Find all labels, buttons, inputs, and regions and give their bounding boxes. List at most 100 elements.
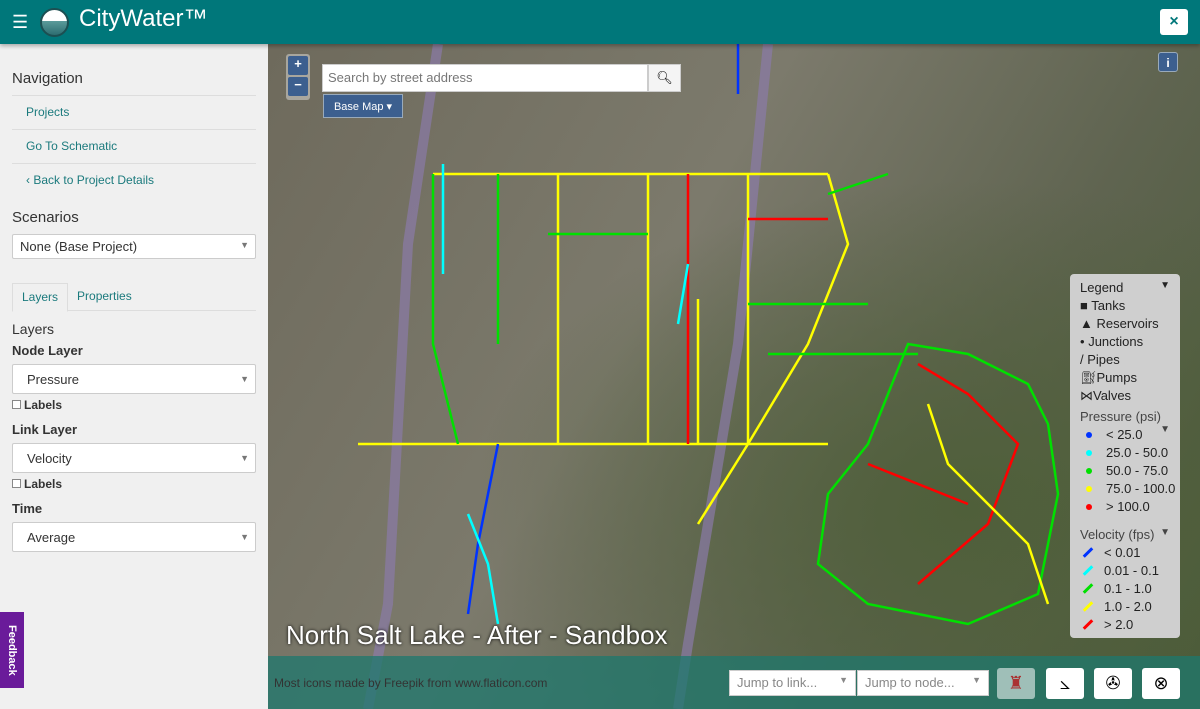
- node-layer-select[interactable]: Pressure ▼: [12, 364, 256, 394]
- legend-valves: ⋈Valves: [1080, 388, 1132, 403]
- zoom-control: + −: [286, 54, 310, 100]
- chevron-down-icon[interactable]: ▼: [1160, 280, 1170, 291]
- chevron-down-icon[interactable]: ▼: [1160, 527, 1170, 538]
- color-dot-icon: [1086, 450, 1092, 456]
- legend-junctions: • Junctions: [1080, 334, 1144, 349]
- scenario-select[interactable]: None (Base Project) ▼: [12, 234, 256, 259]
- link-layer-select[interactable]: Velocity ▼: [12, 443, 256, 473]
- icon-credit[interactable]: Most icons made by Freepik from www.flat…: [274, 676, 547, 690]
- reservoir-icon: ▲: [1080, 316, 1093, 331]
- legend-pressure-item: 75.0 - 100.0: [1080, 481, 1175, 499]
- legend-item-label: 1.0 - 2.0: [1104, 599, 1152, 614]
- legend-pumps: ⛽︎Pumps: [1080, 370, 1137, 385]
- jump-to-node-select[interactable]: Jump to node... ▼: [857, 670, 989, 696]
- junction-icon: •: [1080, 334, 1085, 349]
- address-search-input[interactable]: Search by street address: [322, 64, 648, 92]
- chart-axes-icon: ⦣: [1059, 673, 1071, 693]
- zoom-extent-button[interactable]: ⊗: [1142, 668, 1180, 699]
- link-labels-label: Labels: [24, 477, 63, 491]
- time-value: Average: [27, 530, 76, 545]
- time-label: Time: [12, 501, 43, 516]
- caret-down-icon: ▼: [240, 532, 249, 542]
- nav-go-to-schematic[interactable]: Go To Schematic: [12, 129, 256, 163]
- legend-pressure-item: > 100.0: [1080, 499, 1170, 517]
- legend-title-row[interactable]: Legend ▼: [1080, 280, 1170, 298]
- caret-down-icon: ▼: [240, 453, 249, 463]
- zoom-in-button[interactable]: +: [288, 56, 308, 75]
- legend-velocity-item: 1.0 - 2.0: [1080, 599, 1170, 617]
- app-header: ☰ CityWater™ ×: [0, 0, 1200, 44]
- velocity-title: Velocity (fps): [1080, 527, 1155, 542]
- color-dot-icon: [1086, 432, 1092, 438]
- nav-label: Back to Project Details: [33, 173, 155, 187]
- legend-item-label: 75.0 - 100.0: [1106, 481, 1176, 496]
- graph-button[interactable]: ⦣: [1046, 668, 1084, 699]
- time-select[interactable]: Average ▼: [12, 522, 256, 552]
- legend-reservoirs: ▲ Reservoirs: [1080, 316, 1159, 331]
- hamburger-menu-icon[interactable]: ☰: [12, 12, 28, 33]
- velocity-title-row[interactable]: Velocity (fps) ▼: [1080, 527, 1170, 545]
- legend-tanks: ■ Tanks: [1080, 298, 1126, 313]
- map-bottom-bar: Most icons made by Freepik from www.flat…: [268, 656, 1200, 709]
- zoom-reset-icon: ⊗: [1153, 673, 1169, 693]
- caret-down-icon: ▼: [240, 240, 249, 250]
- navigation-heading: Navigation: [12, 70, 83, 87]
- legend-panel: Legend ▼ ■ Tanks ▲ Reservoirs • Junctions…: [1070, 274, 1180, 638]
- legend-item-label: 0.1 - 1.0: [1104, 581, 1152, 596]
- link-layer-label: Link Layer: [12, 422, 78, 437]
- close-button[interactable]: ×: [1160, 9, 1188, 35]
- legend-item-label: > 2.0: [1104, 617, 1134, 632]
- legend-pressure-item: 50.0 - 75.0: [1080, 463, 1170, 481]
- pipe-network-overlay: [358, 44, 1060, 709]
- legend-pressure-item: < 25.0: [1080, 427, 1170, 445]
- color-line-icon: [1082, 565, 1094, 576]
- node-layer-label: Node Layer: [12, 343, 83, 358]
- valve-icon: ⋈: [1080, 388, 1093, 403]
- film-reel-icon: ✇: [1105, 673, 1121, 693]
- search-button[interactable]: 🔍︎: [648, 64, 681, 92]
- nav-back-to-project-details[interactable]: ‹ Back to Project Details: [12, 163, 256, 197]
- pipe-icon: /: [1080, 352, 1084, 367]
- sidebar: Navigation Projects Go To Schematic ‹ Ba…: [0, 44, 268, 709]
- legend-velocity-item: < 0.01: [1080, 545, 1170, 563]
- zoom-out-button[interactable]: −: [288, 77, 308, 96]
- caret-down-icon: ▼: [240, 374, 249, 384]
- legend-item-label: > 100.0: [1106, 499, 1150, 514]
- app-title: CityWater™: [79, 5, 208, 32]
- tab-properties[interactable]: Properties: [68, 283, 141, 310]
- legend-velocity-item: 0.1 - 1.0: [1080, 581, 1170, 599]
- pressure-title-row[interactable]: Pressure (psi) ▼: [1080, 409, 1170, 435]
- caret-down-icon: ▼: [839, 675, 848, 685]
- legend-velocity-item: > 2.0: [1080, 617, 1170, 635]
- link-labels-checkbox[interactable]: Labels: [12, 477, 256, 491]
- map-view[interactable]: + − Search by street address 🔍︎ Base Map…: [268, 44, 1200, 709]
- animation-button[interactable]: ✇: [1094, 668, 1132, 699]
- color-dot-icon: [1086, 486, 1092, 492]
- pressure-title: Pressure (psi): [1080, 409, 1161, 424]
- legend-item-label: < 25.0: [1106, 427, 1143, 442]
- scenario-title: North Salt Lake - After - Sandbox: [286, 620, 668, 650]
- jump-to-link-select[interactable]: Jump to link... ▼: [729, 670, 856, 696]
- color-dot-icon: [1086, 468, 1092, 474]
- caret-down-icon: ▼: [972, 675, 981, 685]
- scenario-value: None (Base Project): [20, 239, 138, 254]
- color-line-icon: [1082, 601, 1094, 612]
- legend-title: Legend: [1080, 280, 1124, 295]
- legend-item-label: 50.0 - 75.0: [1106, 463, 1169, 478]
- color-line-icon: [1082, 619, 1094, 630]
- legend-item-label: < 0.01: [1104, 545, 1141, 560]
- feedback-tab[interactable]: Feedback: [0, 612, 24, 688]
- nav-projects[interactable]: Projects: [12, 95, 256, 129]
- node-labels-label: Labels: [24, 398, 63, 412]
- color-line-icon: [1082, 583, 1094, 594]
- legend-pipes: / Pipes: [1080, 352, 1120, 367]
- chevron-down-icon[interactable]: ▼: [1160, 424, 1170, 435]
- pump-icon: ⛽︎: [1080, 370, 1097, 385]
- legend-item-label: 25.0 - 50.0: [1106, 445, 1169, 460]
- info-button[interactable]: i: [1158, 52, 1178, 72]
- layers-heading: Layers: [12, 321, 55, 337]
- node-labels-checkbox[interactable]: Labels: [12, 398, 256, 412]
- base-map-button[interactable]: Base Map ▾: [323, 94, 403, 118]
- tab-layers[interactable]: Layers: [12, 283, 69, 312]
- hydrant-button[interactable]: ♜: [997, 668, 1035, 699]
